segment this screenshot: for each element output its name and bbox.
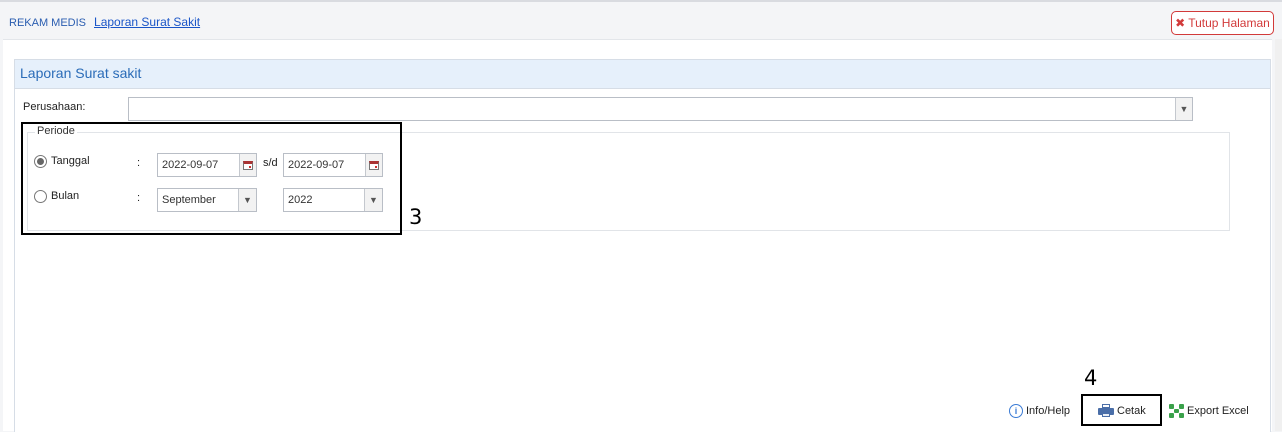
breadcrumb-current[interactable]: Laporan Surat Sakit [94, 15, 200, 29]
export-excel-label: Export Excel [1187, 405, 1249, 417]
perusahaan-label: Perusahaan: [23, 101, 86, 113]
annotation-box-3 [21, 122, 402, 235]
info-help-label: Info/Help [1026, 405, 1071, 417]
page-scrollbar[interactable] [1275, 39, 1282, 431]
top-border [0, 0, 1282, 2]
panel-title: Laporan Surat sakit [15, 60, 1270, 89]
excel-icon [1169, 404, 1184, 418]
breadcrumb-root[interactable]: REKAM MEDIS [9, 17, 86, 29]
chevron-down-icon[interactable]: ▼ [1175, 98, 1192, 120]
annotation-number-4: 4 [1084, 366, 1098, 390]
breadcrumb: REKAM MEDIS Laporan Surat Sakit [9, 15, 200, 29]
export-excel-button[interactable]: Export Excel [1169, 404, 1249, 418]
close-x-icon: ✖ [1175, 16, 1186, 30]
info-help-button[interactable]: i Info/Help [1009, 404, 1070, 418]
perusahaan-select[interactable]: ▼ [128, 97, 1193, 121]
info-icon: i [1009, 404, 1023, 418]
close-page-button[interactable]: ✖ Tutup Halaman [1171, 11, 1274, 35]
annotation-number-3: 3 [409, 205, 423, 229]
annotation-box-4 [1081, 394, 1162, 426]
close-page-label: Tutup Halaman [1188, 16, 1270, 30]
